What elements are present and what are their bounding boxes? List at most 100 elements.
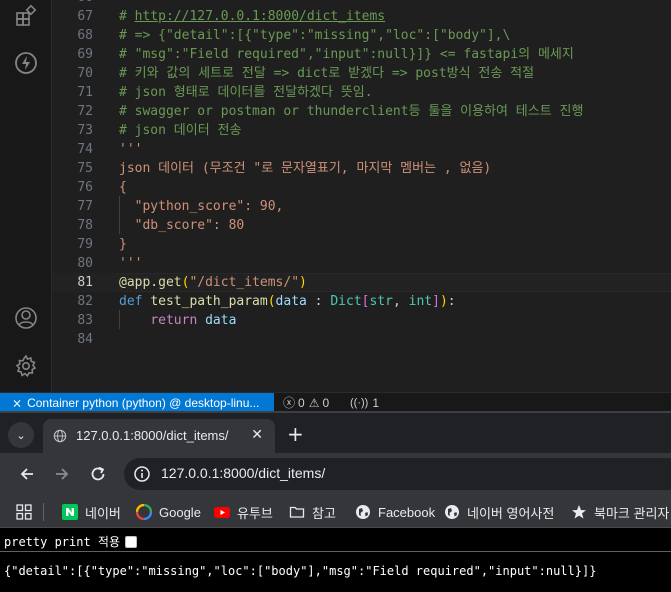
code-line[interactable]: 69 # "msg":"Field required","input":null}… [52,45,671,64]
code-text: # json 데이터 전송 [119,121,241,140]
bookmark-item[interactable]: Google [136,502,201,522]
line-number: 73 [77,123,93,138]
code-line[interactable]: 68 # => {"detail":[{"type":"missing","loc… [52,26,671,45]
bookmark-item[interactable]: 네이버 영어사전 [444,502,554,522]
globe-icon [355,504,371,520]
code-text: return data [119,311,236,330]
ports-indicator[interactable]: ((·)) 1 [350,393,379,412]
warning-count: 0 [322,395,330,410]
bookmark-item[interactable]: 유투브 [214,502,273,522]
code-token: # json 데이터 전송 [119,123,242,138]
tab-strip: ⌄ 127.0.0.1:8000/dict_items/ ✕ + [0,411,671,455]
address-text: 127.0.0.1:8000/dict_items/ [161,465,326,481]
arrow-right-icon [56,468,69,480]
code-line[interactable]: 79} [52,235,671,254]
extensions-icon[interactable] [13,3,39,29]
settings-gear-icon[interactable] [13,353,39,379]
address-bar[interactable]: 127.0.0.1:8000/dict_items/ [124,458,671,490]
warning-icon: ⚠ [308,395,320,410]
code-token: # [119,9,135,24]
code-line[interactable]: 75 json 데이터 (무조건 "로 문자열표기, 마지막 멤버는 , 없음) [52,159,671,178]
info-icon[interactable] [133,465,151,483]
line-number: 67 [77,9,93,24]
code-line[interactable]: 81 @app.get("/dict_items/") [52,273,671,292]
code-text: "python_score": 90, [119,197,284,216]
code-token: ] [432,294,440,309]
pretty-print-label: pretty print 적용 [4,535,121,549]
line-number: 71 [77,85,93,100]
line-number: 66 [52,0,93,7]
bookmark-item[interactable]: 네이버 [62,502,121,522]
code-token: ( [267,294,276,309]
code-token: ''' [119,142,143,157]
remote-icon: ⨯ [12,395,23,410]
line-number: 82 [77,294,93,309]
code-text: "db_score": 80 [119,216,245,235]
lightning-icon[interactable] [13,50,39,76]
browser-tab[interactable]: 127.0.0.1:8000/dict_items/ ✕ [43,419,275,455]
code-line[interactable]: 83 return data [52,311,671,330]
remote-label: Container python (python) @ desktop-linu… [27,395,260,410]
code-token: # 키와 값의 세트로 전달 => dict로 받겠다 => post방식 전송… [119,66,535,81]
code-token: int [408,294,433,309]
apps-button[interactable] [16,502,32,522]
code-text: # swagger or postman or thunderclient등 툴… [119,102,583,121]
remote-indicator[interactable]: ⨯ Container python (python) @ desktop-li… [0,393,274,412]
code-token: # swagger or postman or thunderclient등 툴… [119,104,584,119]
code-editor[interactable]: 6667# http://127.0.0.1:8000/dict_items68… [52,0,671,392]
code-line[interactable]: 74 ''' [52,140,671,159]
youtube-icon [214,504,230,520]
code-token: def [119,294,151,309]
code-line[interactable]: 67 # http://127.0.0.1:8000/dict_items [52,7,671,26]
code-line[interactable]: 70 # 키와 값의 세트로 전달 => dict로 받겠다 => post방식 … [52,64,671,83]
bookmark-item[interactable]: 북마크 관리자 [571,502,669,522]
forward-button[interactable] [51,463,73,485]
reload-button[interactable] [87,463,109,485]
bookmark-item[interactable]: Facebook [355,502,435,522]
problems-indicator[interactable]: ⓧ 0 ⚠ 0 [283,393,329,412]
new-tab-button[interactable]: + [287,424,304,444]
code-token: json 데이터 (무조건 "로 문자열표기, 마지막 멤버는 , 없음) [119,161,492,176]
pretty-print-checkbox[interactable] [125,535,138,548]
apps-grid-icon [16,504,32,520]
line-number: 77 [77,199,93,214]
code-line[interactable]: 78 "db_score": 80 [52,216,671,235]
back-button[interactable] [16,463,38,485]
code-line[interactable]: 71 # json 형태로 데이터를 전달하겠다 뜻임. [52,83,671,102]
code-token: "/dict_items/" [189,275,300,290]
bookmark-label: 유투브 [237,505,273,521]
code-token: ) [299,275,307,290]
code-text: } [119,235,127,254]
ports-count: 1 [372,395,380,410]
google-icon [136,504,152,520]
code-line[interactable]: 77 "python_score": 90, [52,197,671,216]
code-token: data [197,313,237,328]
account-icon[interactable] [13,305,39,331]
line-number: 80 [77,256,93,271]
browser-toolbar: 127.0.0.1:8000/dict_items/ [0,453,671,495]
code-line[interactable]: 76 { [52,178,671,197]
code-token: return [150,313,198,328]
line-number: 72 [77,104,93,119]
code-token: "python_score": 90, [119,199,284,214]
code-text: # json 형태로 데이터를 전달하겠다 뜻임. [119,83,373,102]
line-number: 83 [77,313,93,328]
bookmark-label: 참고 [312,505,336,521]
tab-search-button[interactable]: ⌄ [8,422,34,448]
close-tab-icon[interactable]: ✕ [251,427,263,443]
bookmark-item[interactable]: 참고 [289,502,336,522]
code-line[interactable]: 73 # json 데이터 전송 [52,121,671,140]
code-line[interactable]: 84 [52,330,671,349]
bookmark-label: 네이버 영어사전 [467,505,555,521]
code-token: } [119,237,127,252]
code-token: ) [439,294,448,309]
bookmark-label: Facebook [378,504,436,520]
code-line[interactable]: 82 def test_path_param(data : Dict[str, i… [52,292,671,311]
page-content: pretty print 적용 {"detail":[{"type":"miss… [0,528,671,592]
broadcast-icon: ((·)) [350,396,369,409]
code-line[interactable]: 80 ''' [52,254,671,273]
code-line[interactable]: 66 [52,0,671,7]
bookmark-label: Google [159,504,201,520]
reload-icon [91,466,105,481]
code-line[interactable]: 72 # swagger or postman or thunderclient등… [52,102,671,121]
